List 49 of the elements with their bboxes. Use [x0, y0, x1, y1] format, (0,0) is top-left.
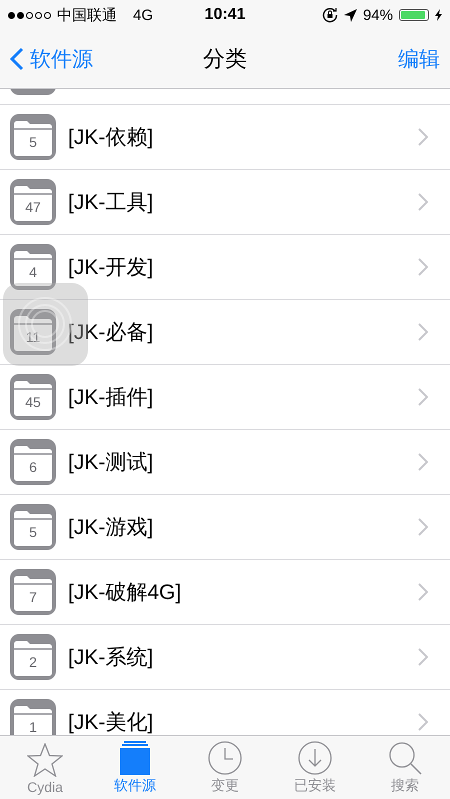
chevron-icon	[418, 583, 428, 601]
charging-bolt-icon	[435, 9, 442, 21]
clock-time: 10:41	[204, 6, 246, 24]
folder-icon: 1	[10, 699, 56, 736]
chevron-icon	[418, 648, 428, 666]
category-label[interactable]: [JK-开发]	[68, 253, 154, 281]
tab-item[interactable]: 软件源	[90, 736, 180, 799]
download-circle-icon	[298, 741, 332, 775]
category-label[interactable]: [JK-插件]	[68, 383, 154, 411]
location-arrow-icon	[344, 8, 357, 22]
chevron-icon	[418, 128, 428, 146]
category-label[interactable]: [JK-必备]	[68, 318, 154, 346]
folder-icon: 47	[10, 179, 56, 225]
signal-strength-icon	[8, 12, 51, 18]
network-type: 4G	[133, 6, 154, 24]
folder-icon: 45	[10, 374, 56, 420]
chevron-icon	[418, 453, 428, 471]
category-label[interactable]: [JK-工具]	[68, 188, 154, 216]
chevron-icon	[418, 258, 428, 276]
chevron-icon	[418, 713, 428, 731]
folder-icon: 5	[10, 504, 56, 550]
category-label[interactable]: [JK-依赖]	[68, 123, 154, 151]
category-label[interactable]: [JK-美化]	[68, 708, 154, 736]
battery-percentage: 94%	[362, 6, 393, 24]
clock-icon	[208, 741, 242, 775]
edit-button[interactable]: 编辑	[398, 45, 440, 73]
back-button[interactable]: 软件源	[10, 45, 93, 73]
folder-icon: 2	[10, 634, 56, 680]
category-label[interactable]: [JK-游戏]	[68, 513, 154, 541]
search-icon	[388, 741, 422, 775]
folder-icon: 11	[10, 309, 56, 355]
page-title: 分类	[203, 45, 247, 73]
chevron-icon	[418, 323, 428, 341]
stacked-pages-icon	[120, 741, 150, 775]
category-label[interactable]: [JK-测试]	[68, 448, 154, 476]
chevron-icon	[418, 518, 428, 536]
category-label[interactable]: [JK-破解4G]	[68, 578, 182, 606]
battery-icon	[399, 9, 429, 21]
folder-icon: 7	[10, 569, 56, 615]
chevron-icon	[418, 193, 428, 211]
category-label[interactable]: [JK-系统]	[68, 643, 154, 671]
star-icon	[27, 743, 63, 777]
chevron-icon	[418, 388, 428, 406]
folder-icon: 4	[10, 244, 56, 290]
folder-icon: 6	[10, 439, 56, 485]
carrier-name: 中国联通	[57, 6, 117, 24]
rotation-lock-icon	[322, 7, 338, 23]
chevron-left-icon	[10, 47, 24, 71]
folder-icon: 5	[10, 114, 56, 160]
